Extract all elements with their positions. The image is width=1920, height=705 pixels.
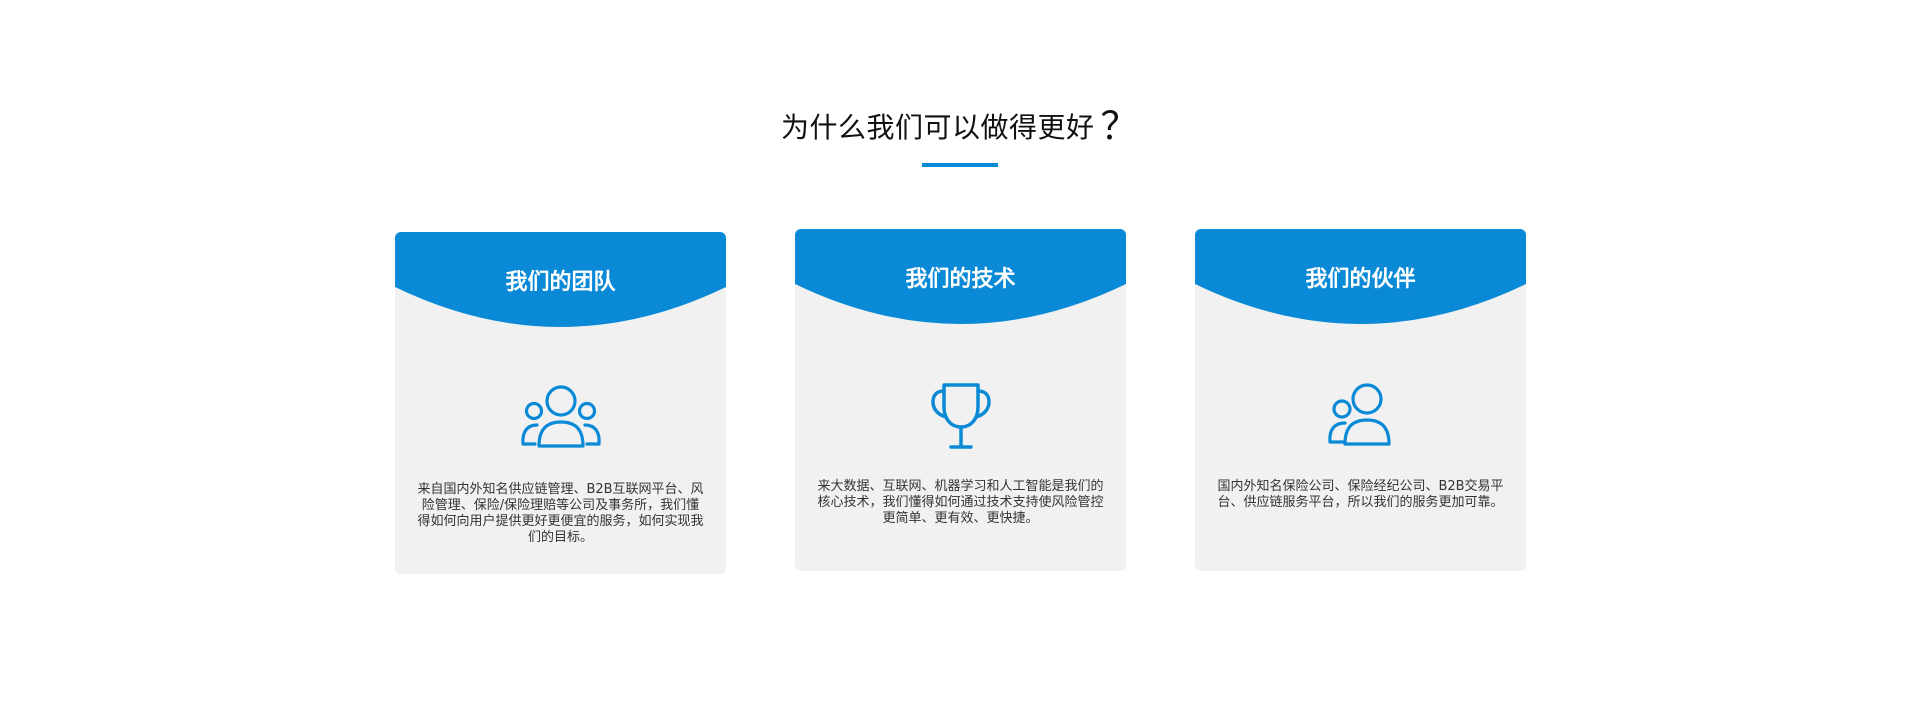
trophy-icon [915,377,1007,457]
card-team: 我们的团队 来自国内外知名供应链管理、B2B互联网平台、风险管理、保险/保险理赔… [395,232,726,574]
section-title: 为什么我们可以做得更好？ [0,104,1920,148]
section-title-text: 为什么我们可以做得更好 [780,111,1095,144]
partners-icon [1315,377,1407,457]
card-description: 来大数据、互联网、机器学习和人工智能是我们的核心技术，我们懂得如何通过技术支持使… [817,479,1104,526]
card-description: 来自国内外知名供应链管理、B2B互联网平台、风险管理、保险/保险理赔等公司及事务… [417,482,704,545]
card-title: 我们的技术 [905,267,1016,292]
card-header: 我们的团队 [395,232,726,332]
card-header: 我们的技术 [795,229,1126,329]
why-us-section: 为什么我们可以做得更好？ 我们的团队 来自国内外知名供应链管理、B2B互联网平台… [0,0,1920,705]
card-partners: 我们的伙伴 国内外知名保险公司、保险经纪公司、B2B交易平台、供应链服务平台，所… [1195,229,1526,571]
title-underline [922,163,998,167]
section-title-mark: ？ [1100,104,1140,148]
card-technology: 我们的技术 来大数据、互联网、机器学习和人工智能是我们的核心技术，我们懂得如何通… [795,229,1126,571]
card-title: 我们的伙伴 [1305,267,1416,292]
card-title: 我们的团队 [505,270,616,295]
team-icon [515,380,607,460]
card-header: 我们的伙伴 [1195,229,1526,329]
card-description: 国内外知名保险公司、保险经纪公司、B2B交易平台、供应链服务平台，所以我们的服务… [1217,479,1504,510]
